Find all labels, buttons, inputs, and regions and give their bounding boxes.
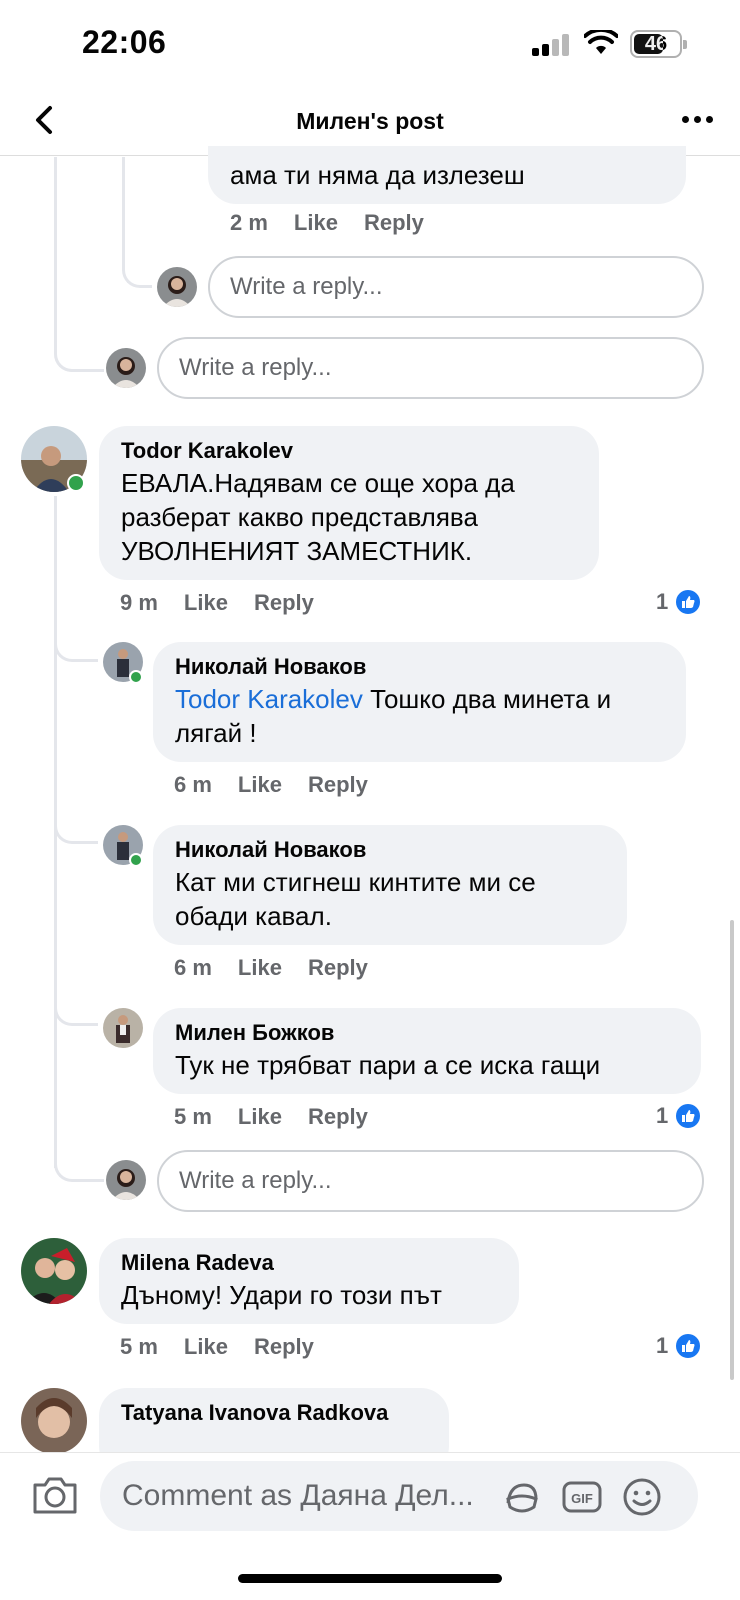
online-status-dot bbox=[129, 853, 143, 867]
comment-author[interactable]: Николай Новаков bbox=[175, 652, 664, 682]
comment-author[interactable]: Милен Божков bbox=[175, 1018, 679, 1048]
write-reply-input[interactable]: Write a reply... bbox=[208, 256, 704, 318]
home-indicator[interactable] bbox=[238, 1574, 502, 1583]
reply-button[interactable]: Reply bbox=[364, 210, 424, 235]
like-button[interactable]: Like bbox=[238, 772, 282, 797]
reply-button[interactable]: Reply bbox=[254, 1334, 314, 1359]
camera-icon[interactable] bbox=[32, 1475, 78, 1515]
like-button[interactable]: Like bbox=[294, 210, 338, 235]
like-button[interactable]: Like bbox=[238, 955, 282, 980]
comment-input[interactable]: Comment as Даяна Дел... GIF bbox=[100, 1461, 698, 1531]
page-title: Милен's post bbox=[296, 108, 444, 134]
comment-actions: 6 m Like Reply bbox=[174, 772, 394, 798]
battery-level: 46 bbox=[644, 33, 668, 55]
svg-text:GIF: GIF bbox=[571, 1491, 593, 1506]
avatar bbox=[21, 1238, 87, 1304]
comment-author[interactable]: Николай Новаков bbox=[175, 835, 605, 865]
reaction-count-number: 1 bbox=[656, 589, 669, 614]
thread-line bbox=[54, 630, 98, 662]
comment-text: Дъному! Удари го този път bbox=[121, 1280, 442, 1310]
comment-time: 5 m bbox=[120, 1334, 158, 1359]
thread-line bbox=[122, 250, 152, 288]
comment-time: 2 m bbox=[230, 210, 268, 235]
reaction-count[interactable]: 1 bbox=[656, 588, 703, 616]
reply-button[interactable]: Reply bbox=[308, 772, 368, 797]
online-status-dot bbox=[67, 474, 85, 492]
comment-actions: 6 m Like Reply bbox=[174, 955, 394, 981]
comment-bubble: ама ти няма да излезеш bbox=[208, 146, 686, 204]
thread-line bbox=[54, 320, 104, 372]
comment-text: ама ти няма да излезеш bbox=[230, 160, 525, 190]
comment-text: Кат ми стигнеш кинтите ми се обади кавал… bbox=[175, 867, 536, 931]
mention-link[interactable]: Todor Karakolev bbox=[175, 684, 363, 714]
thumbs-up-icon bbox=[674, 1102, 703, 1130]
thread-line bbox=[54, 994, 98, 1026]
comment-bubble: Милен Божков Тук не трябват пари а се ис… bbox=[153, 1008, 701, 1094]
emoji-icon[interactable] bbox=[622, 1477, 662, 1517]
avatar-sticker-icon[interactable] bbox=[502, 1477, 542, 1517]
reaction-count-number: 1 bbox=[656, 1103, 669, 1128]
thread-line bbox=[54, 812, 98, 844]
comment-author[interactable]: Tatyana Ivanova Radkova bbox=[121, 1398, 427, 1428]
thread-line bbox=[122, 157, 125, 257]
comment-bubble: Николай Новаков Todor Karakolev Тошко дв… bbox=[153, 642, 686, 762]
online-status-dot bbox=[129, 670, 143, 684]
reply-button[interactable]: Reply bbox=[308, 955, 368, 980]
reaction-count-number: 1 bbox=[656, 1333, 669, 1358]
comment-time: 9 m bbox=[120, 590, 158, 615]
comment-bubble: Todor Karakolev ЕВАЛА.Надявам се още хор… bbox=[99, 426, 599, 580]
scrollbar[interactable] bbox=[730, 920, 734, 1380]
comment-time: 5 m bbox=[174, 1104, 212, 1129]
comment-text: ЕВАЛА.Надявам се още хора да разберат ка… bbox=[121, 468, 515, 566]
status-time: 22:06 bbox=[82, 24, 167, 60]
more-options-icon[interactable] bbox=[682, 116, 714, 128]
gif-icon[interactable]: GIF bbox=[562, 1477, 602, 1517]
comment-bubble: Николай Новаков Кат ми стигнеш кинтите м… bbox=[153, 825, 627, 945]
comment-input-placeholder: Comment as Даяна Дел... bbox=[122, 1479, 474, 1512]
battery-icon: 46 bbox=[630, 30, 687, 58]
comment-author[interactable]: Todor Karakolev bbox=[121, 436, 577, 466]
thumbs-up-icon bbox=[674, 1332, 703, 1360]
like-button[interactable]: Like bbox=[184, 590, 228, 615]
comment-time: 6 m bbox=[174, 955, 212, 980]
thumbs-up-icon bbox=[674, 588, 703, 616]
comment-text: Тук не трябват пари а се иска гащи bbox=[175, 1050, 601, 1080]
reaction-count[interactable]: 1 bbox=[656, 1332, 703, 1360]
wifi-icon bbox=[584, 30, 618, 54]
thread-line bbox=[54, 1146, 104, 1182]
avatar bbox=[157, 267, 197, 307]
avatar bbox=[21, 1388, 87, 1454]
cellular-signal-icon bbox=[532, 34, 572, 56]
reaction-count[interactable]: 1 bbox=[656, 1102, 703, 1130]
reply-button[interactable]: Reply bbox=[308, 1104, 368, 1129]
avatar bbox=[103, 1008, 143, 1048]
comment-actions: 5 m Like Reply bbox=[174, 1104, 394, 1130]
avatar bbox=[106, 1160, 146, 1200]
comment-actions: 5 m Like Reply bbox=[120, 1334, 340, 1360]
comment-actions: 9 m Like Reply bbox=[120, 590, 340, 616]
write-reply-input[interactable]: Write a reply... bbox=[157, 337, 704, 399]
like-button[interactable]: Like bbox=[184, 1334, 228, 1359]
comment-text: Todor Karakolev Тошко два минета и лягай… bbox=[175, 682, 664, 750]
comment-actions: 2 m Like Reply bbox=[230, 210, 450, 236]
comment-bubble: Milena Radeva Дъному! Удари го този път bbox=[99, 1238, 519, 1324]
comment-author[interactable]: Milena Radeva bbox=[121, 1248, 497, 1278]
like-button[interactable]: Like bbox=[238, 1104, 282, 1129]
reply-button[interactable]: Reply bbox=[254, 590, 314, 615]
comment-time: 6 m bbox=[174, 772, 212, 797]
write-reply-input[interactable]: Write a reply... bbox=[157, 1150, 704, 1212]
avatar bbox=[106, 348, 146, 388]
